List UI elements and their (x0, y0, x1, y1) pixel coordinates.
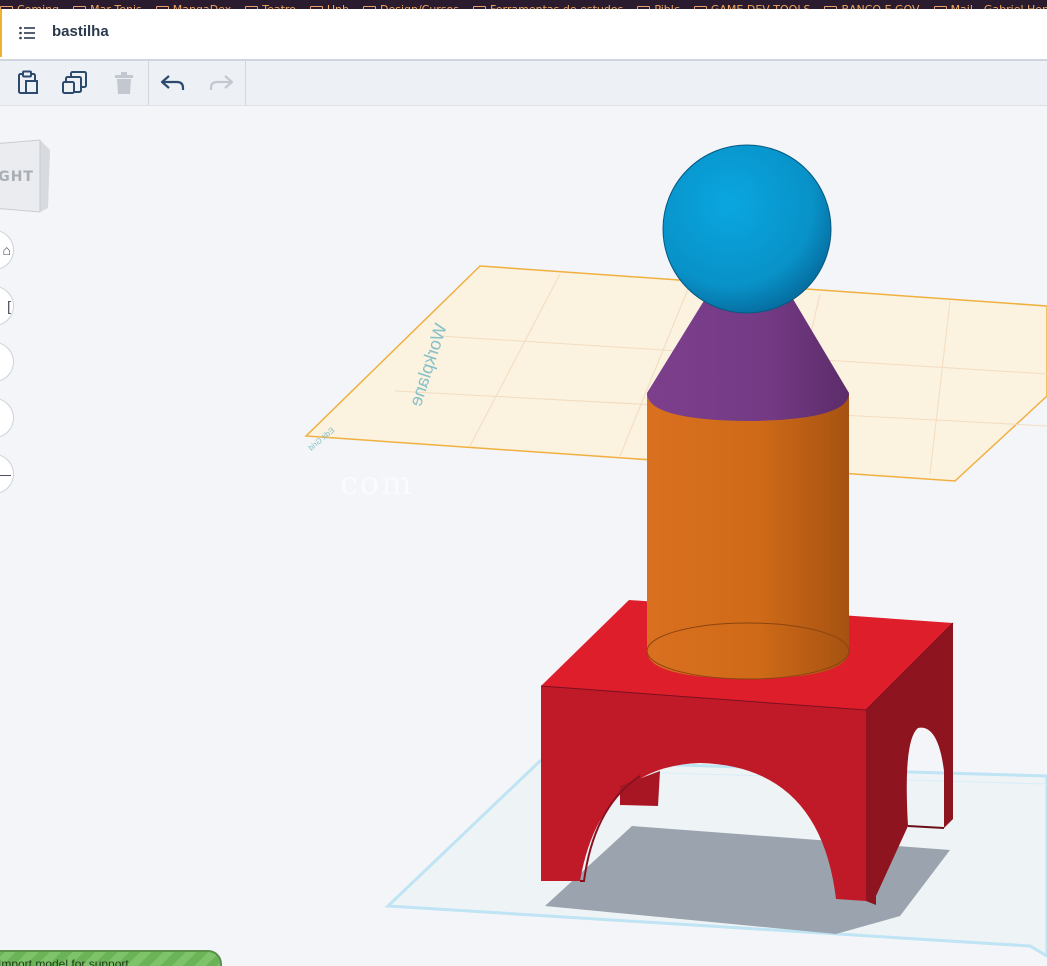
title-bar: bastilha (0, 9, 1047, 61)
import-banner-text: Import model for support (0, 957, 129, 966)
import-banner[interactable]: Import model for support (0, 950, 222, 966)
list-icon[interactable] (18, 24, 36, 42)
duplicate-icon[interactable] (58, 67, 92, 99)
view-cube-face-label: IGHT (0, 169, 34, 185)
edit-toolbar (0, 61, 1047, 106)
3d-viewport[interactable]: Workplane Edit Grid GHT ⌂ [com Import m… (0, 106, 1047, 966)
view-cube[interactable]: IGHT (0, 136, 52, 216)
cylinder-shape[interactable] (646, 393, 850, 680)
ortho-icon: — (0, 466, 11, 482)
sphere-shape[interactable] (662, 144, 832, 314)
watermark: com (340, 464, 414, 502)
trash-icon[interactable] (107, 67, 141, 99)
bookmarks-bar: ComingMar TenisMangaDexTeatroUnbDesign/C… (0, 0, 1047, 9)
home-icon: ⌂ (2, 242, 11, 258)
toolbar-divider (148, 61, 149, 105)
toolbar-divider (245, 61, 246, 105)
design-title[interactable]: bastilha (52, 23, 109, 40)
scene-canvas[interactable]: Workplane Edit Grid (0, 106, 1047, 966)
undo-icon[interactable] (156, 67, 190, 99)
redo-icon[interactable] (204, 67, 238, 99)
clipboard-icon[interactable] (11, 67, 45, 99)
accent-strip (0, 9, 2, 57)
fit-icon: [ (7, 298, 11, 314)
